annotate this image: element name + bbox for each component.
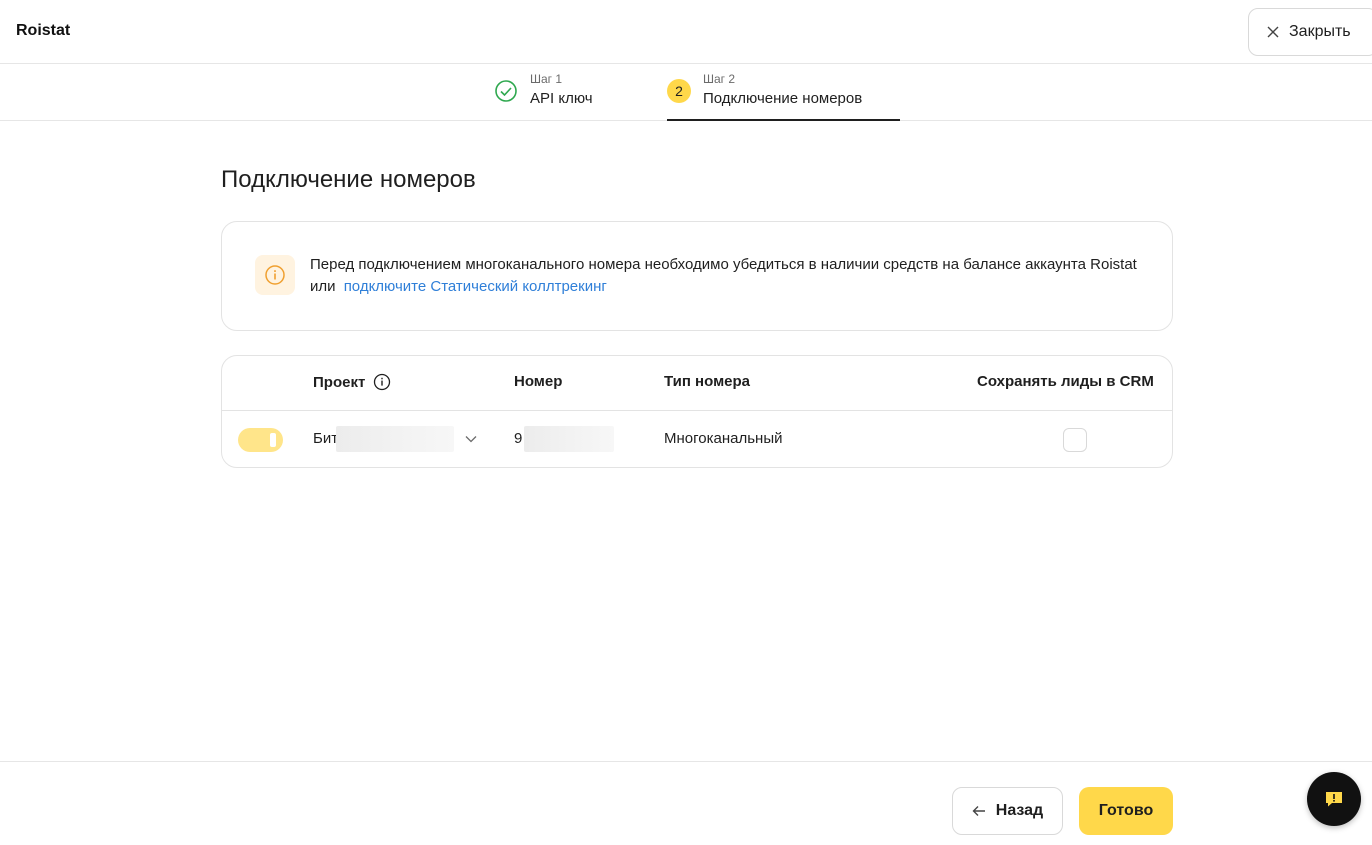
column-type: Тип номера [664,373,751,390]
page-title: Подключение номеров [221,166,476,193]
numbers-table: Проект Номер Тип номера Сохранять лиды в… [221,355,1173,468]
redacted-number [524,426,614,452]
save-leads-checkbox[interactable] [1063,428,1087,452]
project-select-value[interactable]: Бит [313,430,338,447]
step-api-key[interactable]: Шаг 1 API ключ [494,64,593,121]
step-1-label: API ключ [530,90,593,107]
chevron-down-icon[interactable] [464,432,478,446]
phone-number: 9 [514,430,523,447]
back-button-label: Назад [995,802,1044,819]
info-icon[interactable] [373,373,391,391]
arrow-left-icon [972,806,985,816]
column-number: Номер [514,373,563,390]
redacted-project [336,426,454,452]
step-2-label: Подключение номеров [703,90,863,107]
close-button-label: Закрыть [1289,23,1351,40]
info-icon [255,255,295,295]
row-enabled-toggle[interactable] [238,428,283,452]
close-icon [1267,26,1279,38]
stepper: Шаг 1 API ключ 2 Шаг 2 Подключение номер… [0,64,1372,121]
column-project-label: Проект [313,373,366,391]
done-button[interactable]: Готово [1079,787,1173,835]
close-button[interactable]: Закрыть [1248,8,1372,56]
column-save-leads: Сохранять лиды в CRM [977,373,1154,390]
check-circle-icon [495,80,517,102]
step-2-caption: Шаг 2 [703,72,736,86]
footer: Назад Готово [0,761,1372,845]
top-bar: Roistat Закрыть [0,0,1372,64]
step-1-caption: Шаг 1 [530,72,563,86]
step-connect-numbers[interactable]: 2 Шаг 2 Подключение номеров [667,64,900,121]
table-header: Проект Номер Тип номера Сохранять лиды в… [222,356,1172,411]
column-project: Проект [313,373,391,391]
brand-logo: Roistat [16,22,71,39]
back-button[interactable]: Назад [952,787,1063,835]
toggle-knob [270,433,276,447]
number-type: Многоканальный [664,430,783,447]
static-calltracking-link[interactable]: подключите Статический коллтрекинг [344,278,607,295]
info-notice: Перед подключением многоканального номер… [221,221,1173,331]
table-row: Бит 9 Многоканальный [222,412,1172,467]
feedback-icon [1326,792,1342,807]
step-2-number: 2 [667,79,691,103]
feedback-button[interactable] [1307,772,1361,826]
